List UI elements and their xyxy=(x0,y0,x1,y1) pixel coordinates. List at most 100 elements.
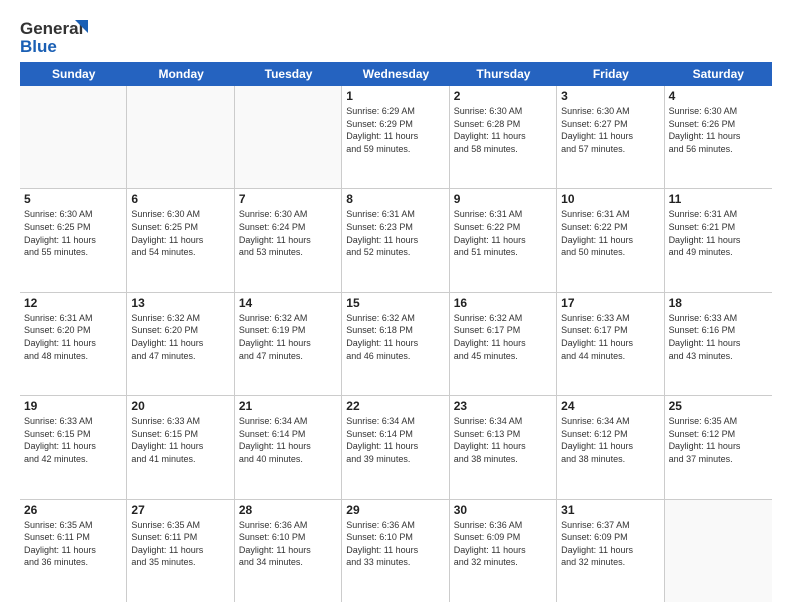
svg-text:Blue: Blue xyxy=(20,37,57,54)
day-info: Sunrise: 6:31 AMSunset: 6:20 PMDaylight:… xyxy=(24,312,122,362)
day-number: 15 xyxy=(346,296,444,310)
cal-cell: 13Sunrise: 6:32 AMSunset: 6:20 PMDayligh… xyxy=(127,293,234,395)
logo-svg: GeneralBlue xyxy=(20,16,90,54)
header: GeneralBlue xyxy=(20,16,772,54)
cal-cell: 19 Sunrise: 6:33 AMSunset: 6:15 PMDayligh… xyxy=(20,396,127,498)
cal-cell: 15 Sunrise: 6:32 AMSunset: 6:18 PMDayligh… xyxy=(342,293,449,395)
day-info: Sunrise: 6:30 AMSunset: 6:24 PMDaylight:… xyxy=(239,208,337,258)
cal-cell: 7 Sunrise: 6:30 AMSunset: 6:24 PMDaylight… xyxy=(235,189,342,291)
day-number: 25 xyxy=(669,399,768,413)
day-number: 12 xyxy=(24,296,122,310)
day-number: 16 xyxy=(454,296,552,310)
cal-cell xyxy=(235,86,342,188)
day-info: Sunrise: 6:37 AMSunset: 6:09 PMDaylight:… xyxy=(561,519,659,569)
header-day-saturday: Saturday xyxy=(665,62,772,86)
cal-row-1: 1 Sunrise: 6:29 AMSunset: 6:29 PMDaylight… xyxy=(20,86,772,189)
day-info: Sunrise: 6:35 AMSunset: 6:12 PMDaylight:… xyxy=(669,415,768,465)
cal-cell: 28Sunrise: 6:36 AMSunset: 6:10 PMDayligh… xyxy=(235,500,342,602)
day-number: 14 xyxy=(239,296,337,310)
cal-cell: 9Sunrise: 6:31 AMSunset: 6:22 PMDaylight… xyxy=(450,189,557,291)
cal-cell: 25 Sunrise: 6:35 AMSunset: 6:12 PMDayligh… xyxy=(665,396,772,498)
cal-cell: 1 Sunrise: 6:29 AMSunset: 6:29 PMDaylight… xyxy=(342,86,449,188)
day-number: 31 xyxy=(561,503,659,517)
cal-cell: 30 Sunrise: 6:36 AMSunset: 6:09 PMDayligh… xyxy=(450,500,557,602)
day-info: Sunrise: 6:36 AMSunset: 6:10 PMDaylight:… xyxy=(239,519,337,569)
day-info: Sunrise: 6:36 AMSunset: 6:10 PMDaylight:… xyxy=(346,519,444,569)
cal-cell: 2 Sunrise: 6:30 AMSunset: 6:28 PMDaylight… xyxy=(450,86,557,188)
svg-text:General: General xyxy=(20,19,83,38)
page: GeneralBlue SundayMondayTuesdayWednesday… xyxy=(0,0,792,612)
day-info: Sunrise: 6:34 AMSunset: 6:13 PMDaylight:… xyxy=(454,415,552,465)
day-info: Sunrise: 6:32 AMSunset: 6:18 PMDaylight:… xyxy=(346,312,444,362)
day-number: 6 xyxy=(131,192,229,206)
day-info: Sunrise: 6:33 AMSunset: 6:17 PMDaylight:… xyxy=(561,312,659,362)
day-info: Sunrise: 6:34 AMSunset: 6:14 PMDaylight:… xyxy=(239,415,337,465)
day-number: 24 xyxy=(561,399,659,413)
day-info: Sunrise: 6:34 AMSunset: 6:14 PMDaylight:… xyxy=(346,415,444,465)
cal-cell: 17 Sunrise: 6:33 AMSunset: 6:17 PMDayligh… xyxy=(557,293,664,395)
day-info: Sunrise: 6:30 AMSunset: 6:25 PMDaylight:… xyxy=(24,208,122,258)
day-info: Sunrise: 6:31 AMSunset: 6:21 PMDaylight:… xyxy=(669,208,768,258)
day-number: 4 xyxy=(669,89,768,103)
day-info: Sunrise: 6:32 AMSunset: 6:17 PMDaylight:… xyxy=(454,312,552,362)
header-day-friday: Friday xyxy=(557,62,664,86)
day-number: 21 xyxy=(239,399,337,413)
header-day-monday: Monday xyxy=(127,62,234,86)
cal-cell xyxy=(665,500,772,602)
calendar-body: 1 Sunrise: 6:29 AMSunset: 6:29 PMDaylight… xyxy=(20,86,772,602)
day-info: Sunrise: 6:32 AMSunset: 6:19 PMDaylight:… xyxy=(239,312,337,362)
calendar-header: SundayMondayTuesdayWednesdayThursdayFrid… xyxy=(20,62,772,86)
calendar: SundayMondayTuesdayWednesdayThursdayFrid… xyxy=(20,62,772,602)
day-info: Sunrise: 6:35 AMSunset: 6:11 PMDaylight:… xyxy=(131,519,229,569)
day-info: Sunrise: 6:33 AMSunset: 6:15 PMDaylight:… xyxy=(24,415,122,465)
day-info: Sunrise: 6:31 AMSunset: 6:23 PMDaylight:… xyxy=(346,208,444,258)
day-info: Sunrise: 6:30 AMSunset: 6:25 PMDaylight:… xyxy=(131,208,229,258)
cal-cell: 14 Sunrise: 6:32 AMSunset: 6:19 PMDayligh… xyxy=(235,293,342,395)
cal-row-4: 19 Sunrise: 6:33 AMSunset: 6:15 PMDayligh… xyxy=(20,396,772,499)
cal-cell: 21 Sunrise: 6:34 AMSunset: 6:14 PMDayligh… xyxy=(235,396,342,498)
day-number: 3 xyxy=(561,89,659,103)
header-day-sunday: Sunday xyxy=(20,62,127,86)
day-info: Sunrise: 6:32 AMSunset: 6:20 PMDaylight:… xyxy=(131,312,229,362)
cal-cell: 3 Sunrise: 6:30 AMSunset: 6:27 PMDaylight… xyxy=(557,86,664,188)
day-number: 19 xyxy=(24,399,122,413)
day-info: Sunrise: 6:30 AMSunset: 6:27 PMDaylight:… xyxy=(561,105,659,155)
day-number: 18 xyxy=(669,296,768,310)
cal-cell: 23Sunrise: 6:34 AMSunset: 6:13 PMDayligh… xyxy=(450,396,557,498)
cal-cell: 27Sunrise: 6:35 AMSunset: 6:11 PMDayligh… xyxy=(127,500,234,602)
day-number: 17 xyxy=(561,296,659,310)
cal-cell: 16 Sunrise: 6:32 AMSunset: 6:17 PMDayligh… xyxy=(450,293,557,395)
day-info: Sunrise: 6:35 AMSunset: 6:11 PMDaylight:… xyxy=(24,519,122,569)
day-number: 29 xyxy=(346,503,444,517)
day-number: 1 xyxy=(346,89,444,103)
cal-cell: 22Sunrise: 6:34 AMSunset: 6:14 PMDayligh… xyxy=(342,396,449,498)
day-number: 10 xyxy=(561,192,659,206)
day-number: 26 xyxy=(24,503,122,517)
day-info: Sunrise: 6:36 AMSunset: 6:09 PMDaylight:… xyxy=(454,519,552,569)
header-day-wednesday: Wednesday xyxy=(342,62,449,86)
day-number: 11 xyxy=(669,192,768,206)
cal-cell: 11 Sunrise: 6:31 AMSunset: 6:21 PMDayligh… xyxy=(665,189,772,291)
cal-cell xyxy=(20,86,127,188)
cal-cell: 18 Sunrise: 6:33 AMSunset: 6:16 PMDayligh… xyxy=(665,293,772,395)
day-info: Sunrise: 6:31 AMSunset: 6:22 PMDaylight:… xyxy=(454,208,552,258)
day-info: Sunrise: 6:29 AMSunset: 6:29 PMDaylight:… xyxy=(346,105,444,155)
day-info: Sunrise: 6:30 AMSunset: 6:28 PMDaylight:… xyxy=(454,105,552,155)
cal-row-2: 5 Sunrise: 6:30 AMSunset: 6:25 PMDaylight… xyxy=(20,189,772,292)
header-day-thursday: Thursday xyxy=(450,62,557,86)
cal-cell: 24 Sunrise: 6:34 AMSunset: 6:12 PMDayligh… xyxy=(557,396,664,498)
cal-cell: 10Sunrise: 6:31 AMSunset: 6:22 PMDayligh… xyxy=(557,189,664,291)
cal-cell: 4Sunrise: 6:30 AMSunset: 6:26 PMDaylight… xyxy=(665,86,772,188)
day-number: 7 xyxy=(239,192,337,206)
day-number: 20 xyxy=(131,399,229,413)
day-number: 8 xyxy=(346,192,444,206)
day-number: 30 xyxy=(454,503,552,517)
cal-cell: 31 Sunrise: 6:37 AMSunset: 6:09 PMDayligh… xyxy=(557,500,664,602)
day-info: Sunrise: 6:34 AMSunset: 6:12 PMDaylight:… xyxy=(561,415,659,465)
cal-cell: 26 Sunrise: 6:35 AMSunset: 6:11 PMDayligh… xyxy=(20,500,127,602)
day-number: 5 xyxy=(24,192,122,206)
day-number: 2 xyxy=(454,89,552,103)
logo-area: GeneralBlue xyxy=(20,16,90,54)
cal-cell: 5 Sunrise: 6:30 AMSunset: 6:25 PMDaylight… xyxy=(20,189,127,291)
day-info: Sunrise: 6:33 AMSunset: 6:16 PMDaylight:… xyxy=(669,312,768,362)
